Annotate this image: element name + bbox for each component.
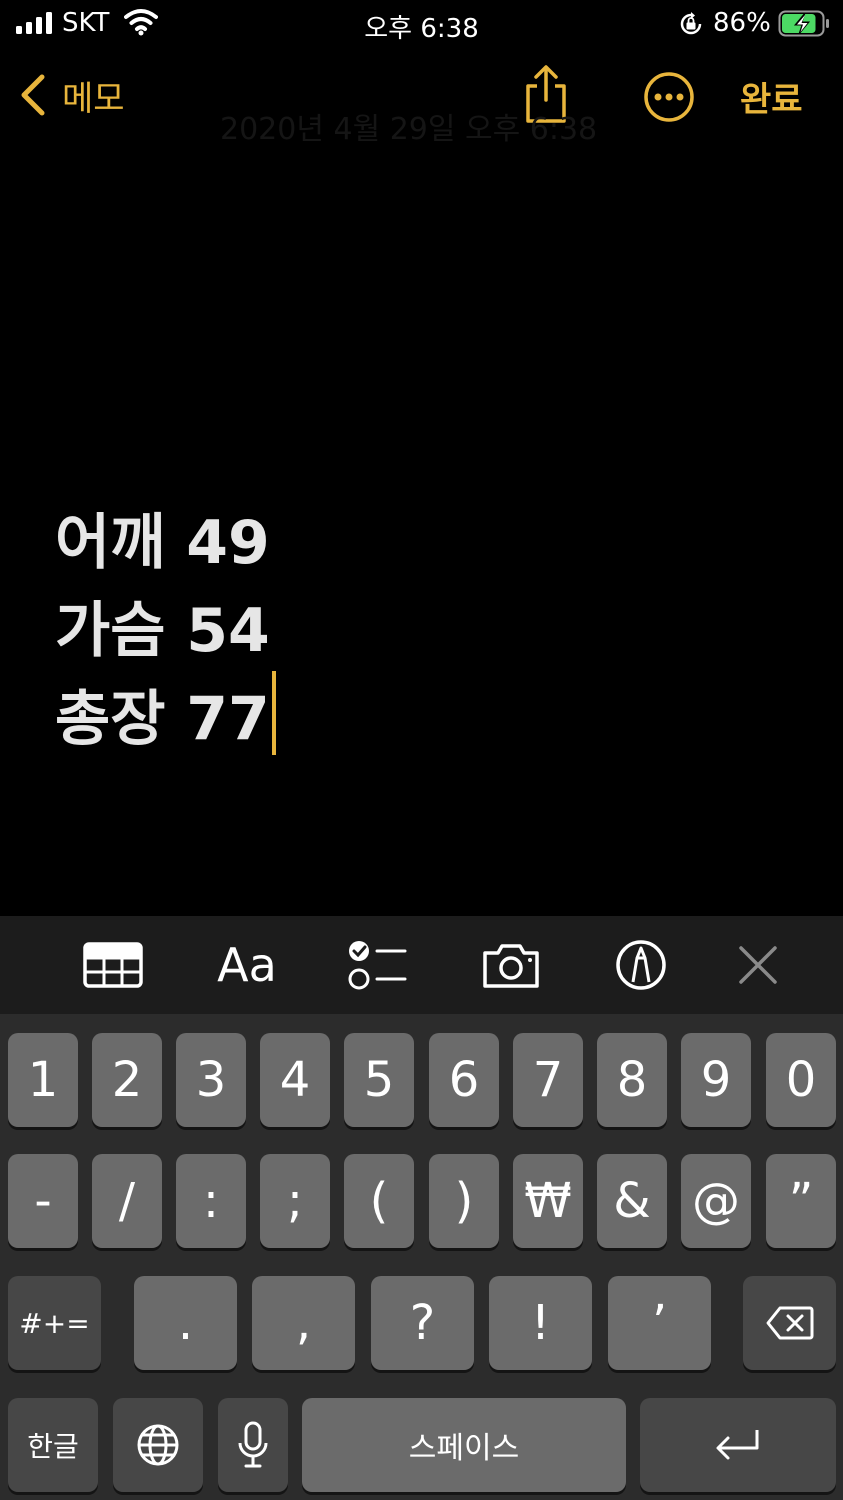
key-period[interactable]: .	[134, 1276, 237, 1370]
key-1[interactable]: 1	[8, 1033, 78, 1127]
note-line: 총장 77	[55, 671, 755, 769]
table-button[interactable]	[82, 938, 144, 992]
return-key[interactable]	[640, 1398, 836, 1492]
note-line: 어깨 49	[55, 508, 270, 578]
key-ampersand[interactable]: &	[597, 1154, 667, 1248]
key-2[interactable]: 2	[92, 1033, 162, 1127]
close-toolbar-button[interactable]	[736, 938, 780, 992]
key-semicolon[interactable]: ;	[260, 1154, 330, 1248]
key-apostrophe[interactable]: ’	[608, 1276, 711, 1370]
key-won[interactable]: ₩	[513, 1154, 583, 1248]
symbols-toggle-key[interactable]: #+=	[8, 1276, 101, 1370]
note-body[interactable]: 어깨 49 가슴 54 총장 77	[55, 505, 755, 769]
key-9[interactable]: 9	[681, 1033, 751, 1127]
dictation-key[interactable]	[218, 1398, 288, 1492]
key-exclamation[interactable]: !	[489, 1276, 592, 1370]
checklist-icon	[348, 941, 407, 990]
chevron-left-icon	[21, 74, 45, 116]
key-comma[interactable]: ,	[252, 1276, 355, 1370]
format-button[interactable]: Aa	[216, 938, 278, 992]
battery-percent: 86%	[713, 8, 771, 38]
markup-icon	[616, 940, 666, 990]
key-colon[interactable]: :	[176, 1154, 246, 1248]
key-4[interactable]: 4	[260, 1033, 330, 1127]
checklist-button[interactable]	[346, 938, 408, 992]
space-key[interactable]: 스페이스	[302, 1398, 626, 1492]
status-bar: SKT 오후 6:38 86%	[0, 0, 843, 48]
note-date: 2020년 4월 29일 오후 6:38	[220, 112, 598, 147]
key-hyphen[interactable]: -	[8, 1154, 78, 1248]
back-button[interactable]: 메모	[18, 70, 125, 120]
camera-button[interactable]	[480, 938, 542, 992]
key-at[interactable]: @	[681, 1154, 751, 1248]
format-toolbar: Aa	[0, 916, 843, 1014]
key-8[interactable]: 8	[597, 1033, 667, 1127]
return-icon	[716, 1430, 759, 1460]
language-key[interactable]: 한글	[8, 1398, 98, 1492]
note-line: 가슴 54	[55, 596, 270, 666]
key-open-paren[interactable]: (	[344, 1154, 414, 1248]
key-quote[interactable]: ”	[766, 1154, 836, 1248]
key-close-paren[interactable]: )	[429, 1154, 499, 1248]
key-6[interactable]: 6	[429, 1033, 499, 1127]
key-slash[interactable]: /	[92, 1154, 162, 1248]
delete-icon	[766, 1306, 813, 1340]
markup-button[interactable]	[612, 938, 670, 992]
more-icon[interactable]	[642, 70, 696, 124]
close-icon	[739, 946, 777, 984]
globe-key[interactable]	[113, 1398, 203, 1492]
key-5[interactable]: 5	[344, 1033, 414, 1127]
done-button[interactable]: 완료	[740, 72, 803, 121]
delete-key[interactable]	[743, 1276, 836, 1370]
key-7[interactable]: 7	[513, 1033, 583, 1127]
key-question[interactable]: ?	[371, 1276, 474, 1370]
camera-icon	[483, 944, 539, 988]
back-label: 메모	[62, 78, 125, 119]
microphone-icon	[238, 1421, 268, 1468]
keyboard: 1 2 3 4 5 6 7 8 9 0 - / : ; ( ) ₩ & @ ” …	[0, 1014, 843, 1500]
table-icon	[83, 942, 143, 988]
key-3[interactable]: 3	[176, 1033, 246, 1127]
key-0[interactable]: 0	[766, 1033, 836, 1127]
rotation-lock-icon	[680, 12, 702, 35]
globe-icon	[137, 1424, 179, 1466]
text-cursor	[271, 671, 276, 755]
battery-charging-icon	[778, 10, 829, 37]
